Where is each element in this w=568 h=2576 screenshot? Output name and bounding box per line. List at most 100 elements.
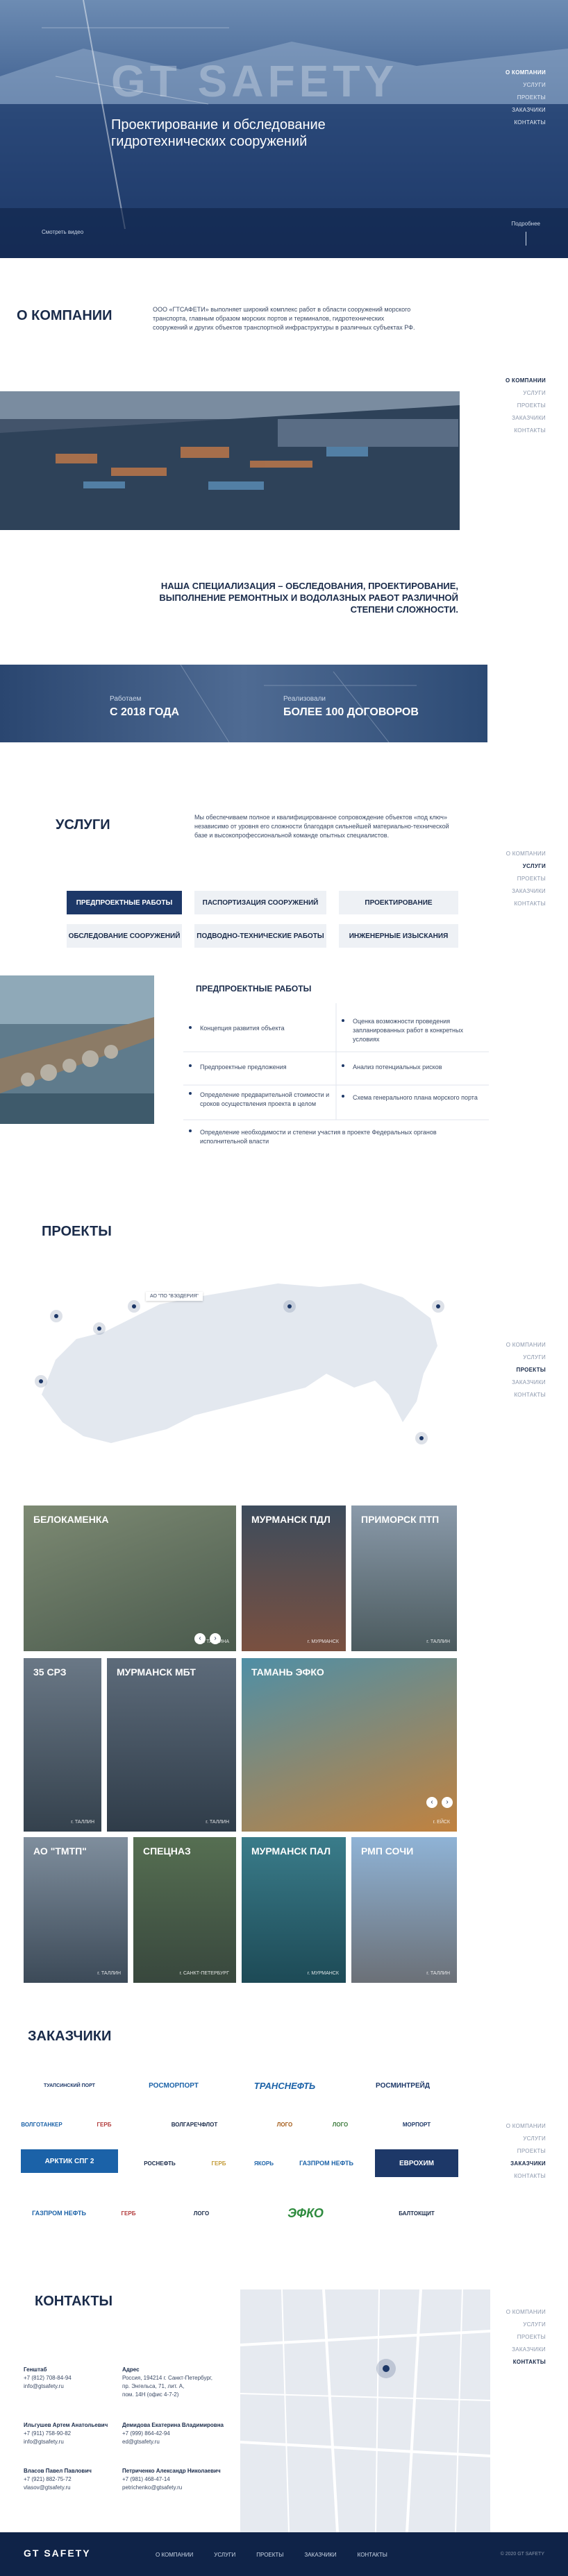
next-arrow-icon[interactable]: › [210,1633,221,1644]
contact-line[interactable]: info@gtsafety.ru [24,2382,121,2391]
side-nav-item-contacts[interactable]: КОНТАКТЫ [506,2356,546,2369]
project-card[interactable]: ТАМАНЬ ЭФКО г. ЕЙСК ‹ › [242,1658,457,1832]
side-nav-item-clients[interactable]: ЗАКАЗЧИКИ [506,2158,546,2170]
service-tab-preproject[interactable]: ПРЕДПРОЕКТНЫЕ РАБОТЫ [67,891,182,914]
side-nav-item-about[interactable]: О КОМПАНИИ [506,2120,546,2133]
footer-nav-item[interactable]: УСЛУГИ [214,2552,235,2558]
side-nav-item-about[interactable]: О КОМПАНИИ [506,1339,546,1351]
side-nav-item-contacts[interactable]: КОНТАКТЫ [506,898,546,910]
contact-line[interactable]: +7 (921) 882-75-72 [24,2475,121,2484]
contact-line[interactable]: +7 (981) 468-47-14 [122,2475,233,2484]
map-marker[interactable] [283,1300,296,1313]
client-logo: ГЕРБ [121,2210,136,2217]
prev-arrow-icon[interactable]: ‹ [426,1797,437,1808]
service-tab-underwater[interactable]: ПОДВОДНО-ТЕХНИЧЕСКИЕ РАБОТЫ [194,924,326,948]
project-card[interactable]: ПРИМОРСК ПТП г. ТАЛЛИН [351,1505,457,1651]
map-marker[interactable] [128,1300,140,1313]
side-nav-item-about[interactable]: О КОМПАНИИ [506,375,546,387]
side-nav-item-clients[interactable]: ЗАКАЗЧИКИ [506,1376,546,1389]
nav-item-services[interactable]: УСЛУГИ [506,79,546,92]
side-nav-item-services[interactable]: УСЛУГИ [506,1351,546,1364]
nav-item-contacts[interactable]: КОНТАКТЫ [506,117,546,129]
footer-nav-item[interactable]: О КОМПАНИИ [156,2552,193,2558]
client-logo: ЛОГО [332,2121,349,2128]
side-nav-item-projects[interactable]: ПРОЕКТЫ [506,873,546,885]
contact-line[interactable]: vlasov@gtsafety.ru [24,2484,121,2492]
service-tab-inspection[interactable]: ОБСЛЕДОВАНИЕ СООРУЖЕНИЙ [67,924,182,948]
next-arrow-icon[interactable]: › [442,1797,453,1808]
client-logo: АРКТИК СПГ 2 [21,2149,118,2173]
footer-nav-item[interactable]: ПРОЕКТЫ [256,2552,283,2558]
project-card[interactable]: МУРМАНСК МБТ г. ТАЛЛИН [107,1658,236,1832]
prev-arrow-icon[interactable]: ‹ [194,1633,206,1644]
nav-item-projects[interactable]: ПРОЕКТЫ [506,92,546,104]
project-location: г. ТАЛЛИН [426,1639,450,1644]
project-card[interactable]: МУРМАНСК ПДЛ г. МУРМАНСК [242,1505,346,1651]
footer-logo[interactable]: GT SAFETY [24,2548,91,2559]
side-nav-item-projects[interactable]: ПРОЕКТЫ [506,2145,546,2158]
more-link[interactable]: Подробнее [512,221,541,227]
hero-title: Проектирование и обследование гидротехни… [111,117,326,149]
side-nav-item-about[interactable]: О КОМПАНИИ [506,2306,546,2319]
contact-line[interactable]: info@gtsafety.ru [24,2438,121,2446]
contact-line[interactable]: +7 (999) 864-42-94 [122,2430,233,2438]
side-nav-item-projects[interactable]: ПРОЕКТЫ [506,2331,546,2344]
contact-name: Петриченко Александр Николаевич [122,2468,221,2474]
location-map[interactable] [240,2289,490,2532]
map-marker[interactable] [93,1322,106,1335]
side-nav-item-projects[interactable]: ПРОЕКТЫ [506,400,546,412]
client-logo: ГАЗПРОМ НЕФТЬ [32,2210,86,2217]
client-logo: МОРПОРТ [402,2121,431,2128]
contact-line[interactable]: petrichenko@gtsafety.ru [122,2484,233,2492]
breakwater-image [0,975,154,1124]
side-nav-item-services[interactable]: УСЛУГИ [506,2133,546,2145]
footer-nav-item[interactable]: КОНТАКТЫ [358,2552,387,2558]
project-card[interactable]: БЕЛОКАМЕНКА г. ТАЛЛИНА ‹ › [24,1505,236,1651]
nav-item-about[interactable]: О КОМПАНИИ [506,67,546,79]
side-nav-item-services[interactable]: УСЛУГИ [506,2319,546,2331]
side-nav-item-services[interactable]: УСЛУГИ [506,860,546,873]
side-nav-item-contacts[interactable]: КОНТАКТЫ [506,425,546,437]
contact-line[interactable]: +7 (812) 708-84-94 [24,2374,121,2382]
contact-block: Власов Павел Павлович +7 (921) 882-75-72… [24,2467,121,2492]
nav-item-clients[interactable]: ЗАКАЗЧИКИ [506,104,546,117]
service-tab-design[interactable]: ПРОЕКТИРОВАНИЕ [339,891,458,914]
side-nav-item-contacts[interactable]: КОНТАКТЫ [506,1389,546,1401]
map-marker[interactable] [432,1300,444,1313]
watch-video-link[interactable]: Смотреть видео [42,229,83,235]
project-card[interactable]: МУРМАНСК ПАЛ г. МУРМАНСК [242,1837,346,1983]
side-nav-item-contacts[interactable]: КОНТАКТЫ [506,2170,546,2183]
side-nav-item-about[interactable]: О КОМПАНИИ [506,848,546,860]
project-card[interactable]: 35 СРЗ г. ТАЛЛИН [24,1658,101,1832]
project-location: г. ТАЛЛИН [206,1820,229,1825]
service-detail-list: Концепция развития объекта Оценка возмож… [183,1003,489,1149]
project-card[interactable]: АО "ТМТП" г. ТАЛЛИН [24,1837,128,1983]
service-tab-passport[interactable]: ПАСПОРТИЗАЦИЯ СООРУЖЕНИЙ [194,891,326,914]
map-marker[interactable] [35,1375,47,1388]
side-nav-item-services[interactable]: УСЛУГИ [506,387,546,400]
side-nav-about: О КОМПАНИИ УСЛУГИ ПРОЕКТЫ ЗАКАЗЧИКИ КОНТ… [506,375,546,437]
contact-line: пр. Энгельса, 71, лит. А, [122,2383,185,2389]
client-logo: ГЕРБ [211,2160,226,2167]
russia-map [42,1283,437,1443]
contact-line[interactable]: ed@gtsafety.ru [122,2438,233,2446]
map-marker[interactable] [415,1432,428,1444]
footer-nav-item[interactable]: ЗАКАЗЧИКИ [304,2552,336,2558]
project-name: 35 СРЗ [33,1666,67,1678]
client-logo: РОСМИНТРЕЙД [376,2081,430,2090]
project-card[interactable]: СПЕЦНАЗ г. САНКТ-ПЕТЕРБУРГ [133,1837,236,1983]
side-nav-item-clients[interactable]: ЗАКАЗЧИКИ [506,885,546,898]
side-nav-item-projects[interactable]: ПРОЕКТЫ [506,1364,546,1376]
client-logo: ТУАПСИНСКИЙ ПОРТ [44,2083,95,2088]
side-nav-clients: О КОМПАНИИ УСЛУГИ ПРОЕКТЫ ЗАКАЗЧИКИ КОНТ… [506,2120,546,2183]
client-logo: ЛОГО [193,2210,210,2217]
project-name: АО "ТМТП" [33,1845,87,1857]
client-logo: ЛОГО [276,2121,293,2128]
service-tab-survey[interactable]: ИНЖЕНЕРНЫЕ ИЗЫСКАНИЯ [339,924,458,948]
map-marker[interactable] [50,1310,62,1322]
contact-line[interactable]: +7 (911) 758-90-82 [24,2430,121,2438]
project-location: г. МУРМАНСК [307,1639,339,1644]
side-nav-item-clients[interactable]: ЗАКАЗЧИКИ [506,2344,546,2356]
project-card[interactable]: РМП СОЧИ г. ТАЛЛИН [351,1837,457,1983]
side-nav-item-clients[interactable]: ЗАКАЗЧИКИ [506,412,546,425]
